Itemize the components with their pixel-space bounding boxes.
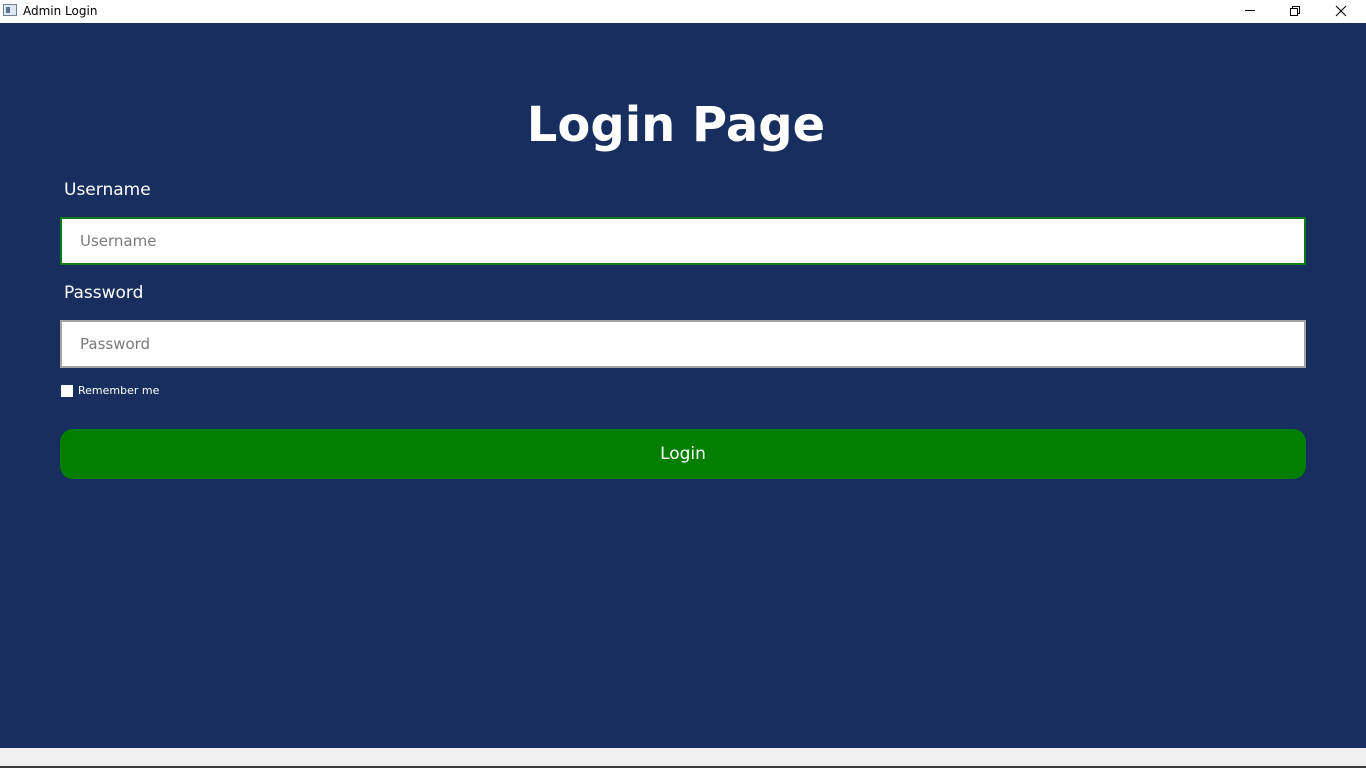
login-panel: Login Page Username Password Remember me… [0,23,1366,748]
restore-button[interactable] [1272,0,1318,23]
password-input[interactable] [60,320,1306,368]
app-icon [3,4,17,16]
remember-me-label: Remember me [78,384,160,397]
page-title: Login Page [526,97,826,153]
login-button[interactable]: Login [60,429,1306,479]
checkbox-box[interactable] [61,385,73,397]
minimize-icon [1245,10,1255,11]
title-bar[interactable]: Admin Login [0,0,1366,23]
status-bar [0,748,1366,766]
password-label: Password [64,283,144,303]
window-title: Admin Login [23,4,98,18]
close-icon [1335,5,1347,17]
username-label: Username [64,180,151,200]
app-window: Admin Login Login Page Username Password [0,0,1366,768]
restore-icon [1290,6,1300,16]
close-button[interactable] [1318,0,1364,23]
minimize-button[interactable] [1227,0,1273,23]
username-input[interactable] [60,217,1306,265]
